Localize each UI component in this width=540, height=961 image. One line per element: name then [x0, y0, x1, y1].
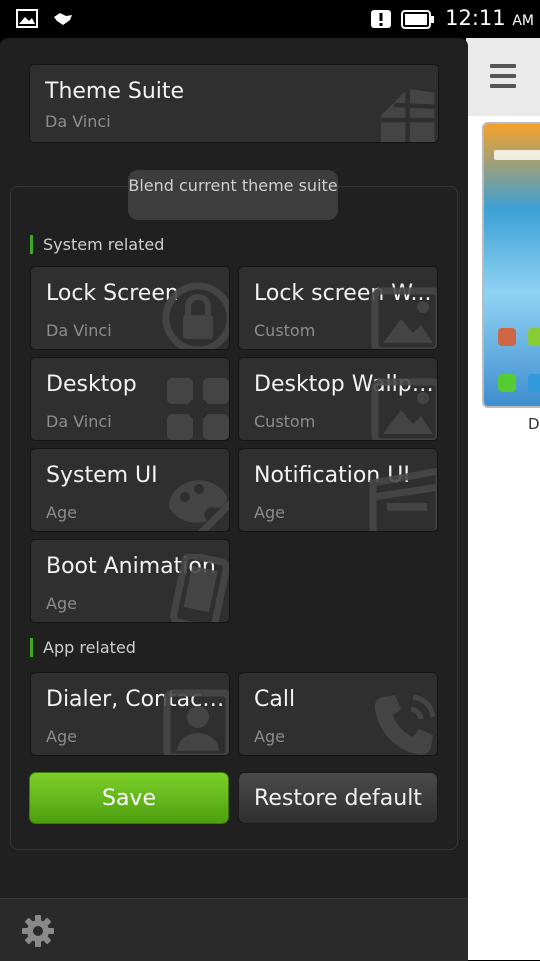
theme-blend-drawer: Theme Suite Da Vinci Blend current theme… — [0, 38, 468, 961]
desktop-wallpaper-card[interactable]: Desktop Wallpa... Custom — [238, 357, 438, 441]
background-header — [466, 38, 540, 116]
card-value: Custom — [254, 321, 316, 340]
card-value: Da Vinci — [46, 321, 112, 340]
dialer-contacts-card[interactable]: Dialer, Contacts... Age — [30, 672, 230, 756]
call-icon — [374, 694, 436, 755]
preview-app-icon — [528, 328, 540, 346]
card-value: Age — [46, 727, 77, 746]
gallery-notification-icon — [16, 9, 38, 32]
theme-preview-thumbnail[interactable] — [482, 122, 540, 408]
card-title: Desktop — [46, 372, 137, 397]
preview-search-bar — [494, 150, 540, 160]
clock: 12:11 AM — [445, 6, 534, 30]
theme-suite-title: Theme Suite — [45, 79, 185, 104]
system-ui-card[interactable]: System UI Age — [30, 448, 230, 532]
preview-phone-icon — [498, 374, 516, 392]
palette-icon — [168, 480, 229, 531]
clock-time: 12:11 — [445, 6, 506, 30]
app-related-header: App related — [30, 638, 136, 657]
theme-suite-card[interactable]: Theme Suite Da Vinci — [29, 64, 439, 143]
tiles-icon — [380, 88, 435, 142]
status-bar: 12:11 AM — [0, 0, 540, 38]
flower-icon — [167, 378, 229, 440]
blend-current-theme-label: Blend current theme suite — [128, 170, 338, 220]
lock-screen-wallpaper-card[interactable]: Lock screen W... Custom — [238, 266, 438, 350]
alert-icon — [370, 9, 392, 33]
call-card[interactable]: Call Age — [238, 672, 438, 756]
contact-icon — [163, 689, 229, 755]
card-value: Custom — [254, 412, 316, 431]
gear-icon[interactable] — [20, 913, 56, 953]
bottom-bar — [0, 898, 468, 961]
card-title: System UI — [46, 463, 158, 488]
save-button[interactable]: Save — [29, 772, 229, 824]
card-title: Call — [254, 687, 296, 712]
preview-caption: D — [528, 415, 540, 433]
phone-device-icon — [170, 554, 229, 622]
boot-animation-card[interactable]: Boot Animation Age — [30, 539, 230, 623]
theme-suite-value: Da Vinci — [45, 112, 111, 131]
lock-screen-card[interactable]: Lock Screen Da Vinci — [30, 266, 230, 350]
image-icon — [371, 287, 437, 349]
notification-ui-card[interactable]: Notification UI Age — [238, 448, 438, 532]
card-value: Age — [254, 727, 285, 746]
card-value: Age — [46, 503, 77, 522]
menu-icon[interactable] — [490, 64, 516, 94]
card-value: Da Vinci — [46, 412, 112, 431]
desktop-card[interactable]: Desktop Da Vinci — [30, 357, 230, 441]
clock-ampm: AM — [512, 13, 534, 29]
preview-app-icon — [528, 374, 540, 392]
background-panel: D — [466, 38, 540, 960]
image-icon — [371, 378, 437, 440]
card-title: Lock Screen — [46, 281, 179, 306]
usb-notification-icon — [52, 11, 74, 31]
battery-icon — [401, 10, 435, 33]
preview-app-icon — [498, 328, 516, 346]
notification-icon — [369, 467, 437, 531]
card-value: Age — [254, 503, 285, 522]
card-value: Age — [46, 594, 77, 613]
system-related-header: System related — [30, 235, 164, 254]
lock-icon — [162, 282, 229, 349]
restore-default-button[interactable]: Restore default — [238, 772, 438, 824]
